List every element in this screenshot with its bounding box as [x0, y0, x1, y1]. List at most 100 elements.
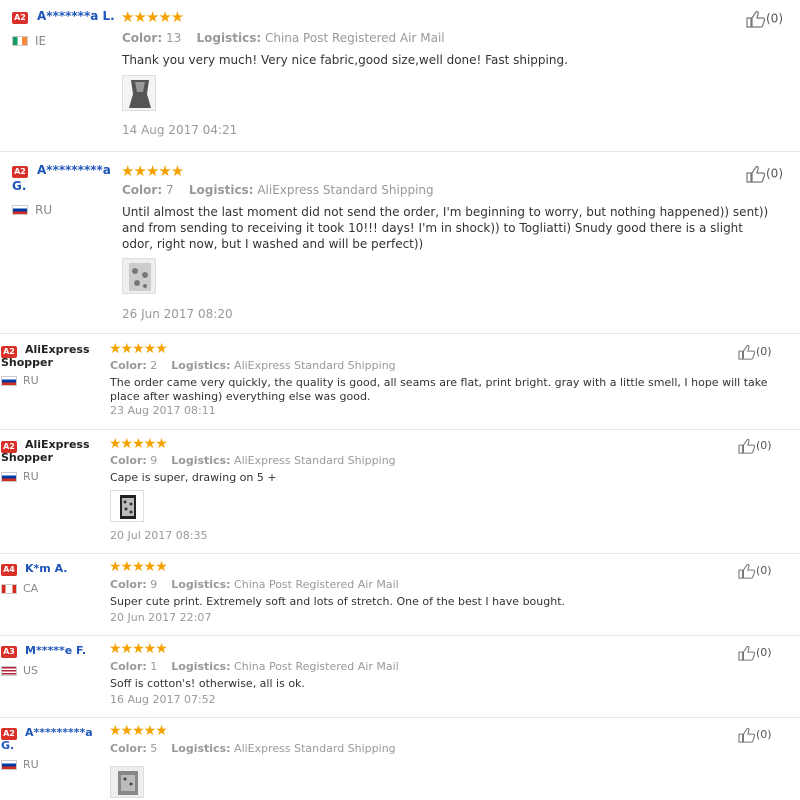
like-count: (0) — [756, 439, 772, 452]
photo-image-icon — [111, 491, 143, 521]
color-label: Color: — [110, 742, 147, 755]
review-text: Thank you very much! Very nice fabric,go… — [122, 53, 568, 67]
flag-russia-icon — [12, 205, 28, 215]
color-value: 9 — [150, 578, 158, 591]
star-rating: ★★★★★ — [121, 162, 184, 180]
logistics-value: China Post Registered Air Mail — [264, 31, 445, 45]
color-value: 1 — [150, 660, 158, 673]
color-value: 13 — [165, 31, 182, 45]
review-item: A2 AliExpress Shopper RU ★★★★★ Color: 9 … — [0, 430, 800, 554]
helpful-like-button[interactable]: (0) — [738, 344, 772, 360]
buyer-level-badge: A4 — [1, 564, 17, 576]
photo-image-icon — [111, 767, 143, 797]
photo-image-icon — [123, 259, 155, 293]
like-count: (0) — [756, 728, 772, 741]
review-photo-thumbnail[interactable] — [110, 766, 144, 798]
review-text: The order came very quickly, the quality… — [110, 376, 768, 403]
like-count: (0) — [766, 166, 783, 181]
color-label: Color: — [110, 359, 147, 372]
like-count: (0) — [766, 11, 783, 26]
color-value: 5 — [150, 742, 158, 755]
review-meta: Color: 2 Logistics: AliExpress Standard … — [110, 359, 396, 372]
thumbs-up-icon — [738, 727, 756, 743]
reviewer-country: CA — [23, 582, 39, 595]
reviewer-name[interactable]: M*****e F. — [25, 644, 86, 657]
reviewer-name-continued[interactable]: Shopper — [1, 451, 53, 464]
helpful-like-button[interactable]: (0) — [738, 727, 772, 743]
helpful-like-button[interactable]: (0) — [738, 563, 772, 579]
color-value: 7 — [165, 183, 174, 197]
review-item: A2 A*********a G. RU ★★★★★ Color: 7 Logi… — [0, 152, 800, 334]
flag-russia-icon — [1, 760, 17, 770]
flag-ireland-icon — [12, 36, 28, 46]
reviewer-name-continued[interactable]: G. — [1, 739, 14, 752]
flag-russia-icon — [1, 376, 17, 386]
thumbs-up-icon — [738, 563, 756, 579]
buyer-level-badge: A2 — [12, 166, 28, 178]
logistics-label: Logistics: — [171, 359, 231, 372]
logistics-label: Logistics: — [188, 183, 254, 197]
logistics-label: Logistics: — [171, 454, 231, 467]
reviewer-name[interactable]: K*m A. — [25, 562, 67, 575]
helpful-like-button[interactable]: (0) — [738, 645, 772, 661]
buyer-level-badge: A3 — [1, 646, 17, 658]
review-photo-thumbnail[interactable] — [110, 490, 144, 522]
star-rating: ★★★★★ — [109, 436, 168, 452]
review-text: Soff is cotton's! otherwise, all is ok. — [110, 677, 305, 690]
color-label: Color: — [110, 578, 147, 591]
review-item: A4 K*m A. CA ★★★★★ Color: 9 Logistics: C… — [0, 554, 800, 636]
review-text: Until almost the last moment did not sen… — [122, 205, 769, 251]
logistics-value: China Post Registered Air Mail — [234, 660, 399, 673]
color-label: Color: — [110, 454, 147, 467]
buyer-level-badge: A2 — [12, 12, 28, 24]
reviewer-name[interactable]: AliExpress — [25, 343, 90, 356]
review-date: 20 Jul 2017 08:35 — [110, 529, 208, 542]
thumbs-up-icon — [746, 11, 766, 28]
review-date: 26 Jun 2017 08:20 — [122, 307, 233, 321]
review-meta: Color: 13 Logistics: China Post Register… — [122, 31, 445, 45]
photo-image-icon — [123, 76, 155, 110]
reviewer-country: RU — [23, 374, 39, 387]
color-value: 9 — [150, 454, 158, 467]
reviewer-name[interactable]: A*********a — [37, 163, 111, 177]
logistics-value: China Post Registered Air Mail — [234, 578, 399, 591]
reviewer-country: RU — [23, 758, 39, 771]
reviewer-name[interactable]: AliExpress — [25, 438, 90, 451]
review-item: A2 AliExpress Shopper RU ★★★★★ Color: 2 … — [0, 334, 800, 430]
like-count: (0) — [756, 646, 772, 659]
review-item: A3 M*****e F. US ★★★★★ Color: 1 Logistic… — [0, 636, 800, 718]
reviewer-country: IE — [35, 34, 47, 48]
logistics-label: Logistics: — [171, 578, 231, 591]
reviewer-country: RU — [23, 470, 39, 483]
reviewer-name-continued[interactable]: G. — [12, 179, 26, 193]
review-text: Super cute print. Extremely soft and lot… — [110, 595, 566, 608]
helpful-like-button[interactable]: (0) — [746, 165, 783, 183]
logistics-value: AliExpress Standard Shipping — [234, 454, 396, 467]
reviewer-country: RU — [35, 203, 53, 217]
review-date: 16 Aug 2017 07:52 — [110, 693, 216, 706]
reviewer-name-continued[interactable]: Shopper — [1, 356, 53, 369]
logistics-value: AliExpress Standard Shipping — [234, 742, 396, 755]
review-item: A2 A*********a G. RU ★★★★★ Color: 5 Logi… — [0, 718, 800, 800]
review-photo-thumbnail[interactable] — [122, 75, 156, 111]
like-count: (0) — [756, 345, 772, 358]
review-meta: Color: 1 Logistics: China Post Registere… — [110, 660, 399, 673]
reviewer-name[interactable]: A*********a — [25, 726, 93, 739]
reviewer-country: US — [23, 664, 39, 677]
star-rating: ★★★★★ — [109, 723, 168, 739]
reviewer-name[interactable]: A*******a L. — [37, 9, 115, 23]
like-count: (0) — [756, 564, 772, 577]
thumbs-up-icon — [738, 645, 756, 661]
helpful-like-button[interactable]: (0) — [746, 10, 783, 28]
star-rating: ★★★★★ — [109, 559, 168, 575]
star-rating: ★★★★★ — [121, 8, 184, 26]
thumbs-up-icon — [738, 344, 756, 360]
star-rating: ★★★★★ — [109, 341, 168, 357]
review-photo-thumbnail[interactable] — [122, 258, 156, 294]
star-rating: ★★★★★ — [109, 641, 168, 657]
thumbs-up-icon — [746, 166, 766, 183]
logistics-label: Logistics: — [171, 742, 231, 755]
review-text: Cape is super, drawing on 5 + — [110, 471, 277, 484]
helpful-like-button[interactable]: (0) — [738, 438, 772, 454]
review-meta: Color: 7 Logistics: AliExpress Standard … — [122, 183, 434, 197]
